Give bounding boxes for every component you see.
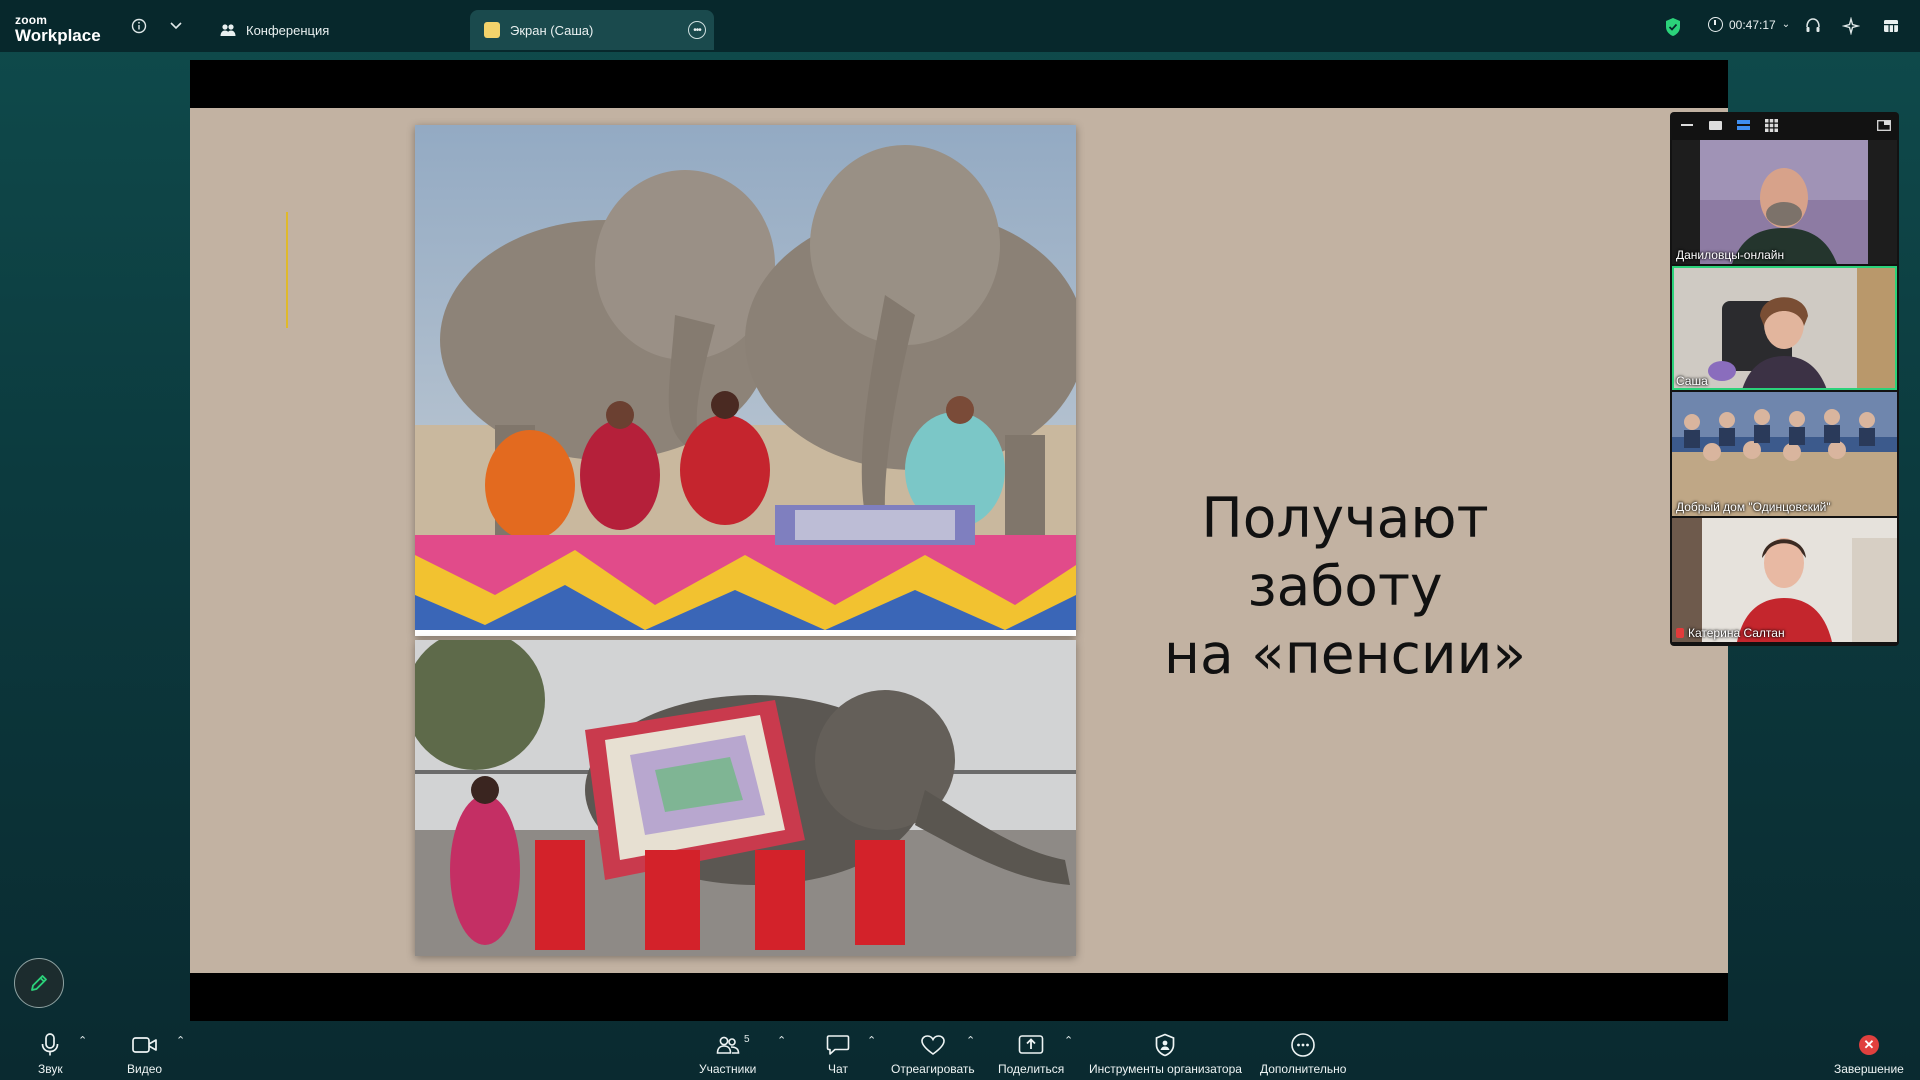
more-dots-icon — [1290, 1032, 1316, 1058]
chevron-down-icon[interactable] — [166, 16, 186, 36]
participant-name: Катерина Салтан — [1688, 626, 1785, 640]
end-label: Завершение — [1834, 1062, 1904, 1076]
participant-name-row: Катерина Салтан — [1676, 626, 1785, 640]
muted-mic-icon — [1676, 628, 1684, 638]
strip-layout-icon[interactable] — [1736, 120, 1750, 130]
participant-name: Добрый дом "Одинцовский" — [1676, 500, 1831, 514]
chat-bubble-icon — [826, 1032, 850, 1058]
minimize-icon[interactable] — [1680, 120, 1694, 130]
more-options-icon[interactable]: ••• — [688, 21, 706, 39]
video-panel[interactable]: Даниловцы-онлайн Саша Добрый дом "Одинцо… — [1670, 112, 1899, 646]
photo-elephants-knitting — [415, 125, 1076, 636]
chevron-down-icon: ⌄ — [1781, 19, 1791, 30]
tab-meeting[interactable]: Конференция — [218, 10, 458, 50]
host-tools-label: Инструменты организатора — [1089, 1062, 1242, 1076]
chat-button[interactable]: Чат — [826, 1032, 850, 1076]
slide-title-line-1: Получают заботу — [1201, 486, 1489, 618]
info-icon[interactable] — [129, 16, 149, 36]
share-options-caret[interactable]: ⌃ — [1064, 1034, 1073, 1047]
close-icon: ✕ — [1858, 1035, 1879, 1055]
chat-options-caret[interactable]: ⌃ — [867, 1034, 876, 1047]
slide-title-line-2: на «пенсии» — [1164, 622, 1526, 686]
video-options-caret[interactable]: ⌃ — [176, 1034, 185, 1047]
participant-name: Саша — [1676, 374, 1708, 388]
top-bar: zoom Workplace Конференция Экран (Саша) … — [0, 0, 1920, 52]
apps-grid-icon[interactable] — [1881, 16, 1901, 36]
logo-zoom-text: zoom — [15, 13, 48, 27]
app-logo: zoom Workplace — [15, 14, 101, 44]
pop-out-icon[interactable] — [1877, 119, 1891, 131]
participants-count-badge: 5 — [744, 1034, 750, 1045]
end-meeting-button[interactable]: ✕ Завершение — [1834, 1032, 1904, 1076]
photo-elephant-sweater — [415, 640, 1076, 956]
more-label: Дополнительно — [1260, 1062, 1347, 1076]
microphone-icon — [40, 1032, 60, 1058]
people-icon — [218, 20, 238, 40]
participants-label: Участники — [699, 1062, 757, 1076]
tab-screen-share[interactable]: Экран (Саша) ••• — [470, 10, 714, 50]
host-shield-icon — [1154, 1032, 1176, 1058]
ai-sparkle-icon[interactable] — [1841, 16, 1861, 36]
audio-button[interactable]: Звук — [38, 1032, 63, 1076]
video-layout-bar — [1670, 112, 1899, 138]
video-tile-danilovtsy[interactable]: Даниловцы-онлайн — [1672, 140, 1897, 264]
participant-name: Даниловцы-онлайн — [1676, 248, 1785, 262]
participants-icon — [716, 1032, 740, 1058]
share-button[interactable]: Поделиться — [998, 1032, 1064, 1076]
slide-title: Получают заботу на «пенсии» — [1100, 484, 1590, 688]
timer-value: 00:47:17 — [1729, 17, 1776, 32]
speaker-layout-icon[interactable] — [1708, 120, 1722, 130]
react-options-caret[interactable]: ⌃ — [966, 1034, 975, 1047]
annotate-button[interactable] — [14, 958, 64, 1008]
share-label: Поделиться — [998, 1062, 1065, 1076]
camera-icon — [131, 1032, 158, 1058]
slide-accent-line — [286, 212, 288, 328]
share-thumbnail-icon — [482, 20, 502, 40]
audio-options-caret[interactable]: ⌃ — [78, 1034, 87, 1047]
pencil-icon — [31, 975, 47, 991]
meeting-timer[interactable]: 00:47:17 ⌄ — [1708, 17, 1790, 32]
video-button[interactable]: Видео — [127, 1032, 162, 1076]
share-screen-icon — [1018, 1032, 1044, 1058]
video-tile-katerina[interactable]: Катерина Салтан — [1672, 518, 1897, 642]
meeting-toolbar: Звук ⌃ Видео ⌃ Участники ⌃ Чат ⌃ Отреаги… — [0, 1024, 1920, 1080]
more-button[interactable]: Дополнительно — [1260, 1032, 1346, 1076]
grid-layout-icon[interactable] — [1764, 118, 1778, 132]
host-tools-button[interactable]: Инструменты организатора — [1089, 1032, 1242, 1076]
tab-share-label: Экран (Саша) — [510, 22, 594, 38]
headset-icon[interactable] — [1803, 16, 1823, 36]
video-tile-sasha[interactable]: Саша — [1672, 266, 1897, 390]
clock-icon — [1708, 17, 1723, 32]
shield-icon[interactable] — [1664, 17, 1682, 37]
react-button[interactable]: Отреагировать — [891, 1032, 975, 1076]
chat-label: Чат — [828, 1062, 848, 1076]
video-tile-dobry-dom[interactable]: Добрый дом "Одинцовский" — [1672, 392, 1897, 516]
audio-label: Звук — [38, 1062, 63, 1076]
participants-options-caret[interactable]: ⌃ — [777, 1034, 786, 1047]
heart-icon — [920, 1032, 946, 1058]
video-label: Видео — [127, 1062, 163, 1076]
react-label: Отреагировать — [891, 1062, 975, 1076]
logo-workplace-text: Workplace — [15, 26, 101, 45]
tab-meeting-label: Конференция — [246, 22, 330, 38]
